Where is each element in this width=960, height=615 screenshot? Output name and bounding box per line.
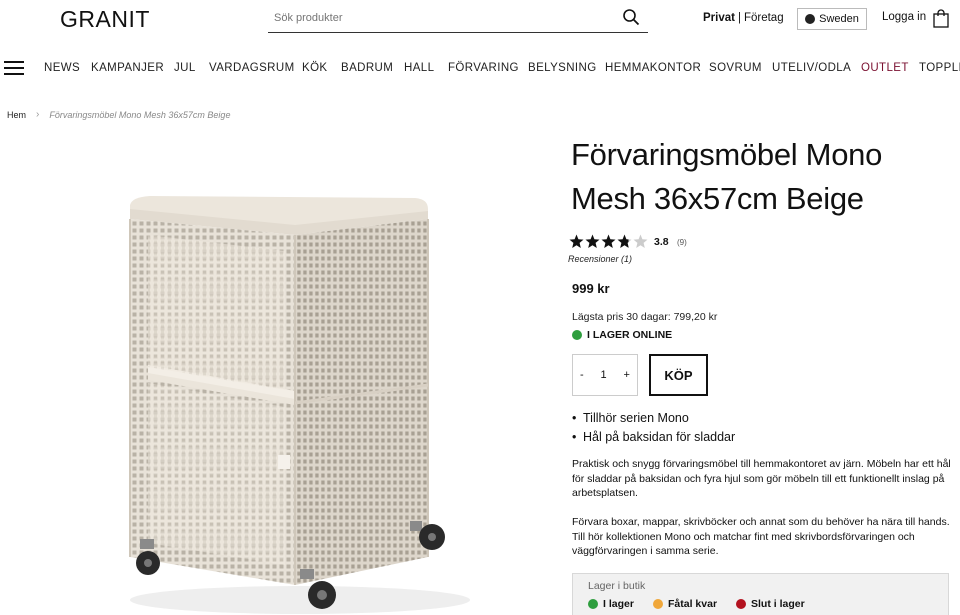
product-price: 999 kr: [572, 281, 610, 296]
legend-in-stock: I lager: [588, 598, 634, 610]
online-stock-label: I LAGER ONLINE: [587, 329, 673, 341]
shopping-bag-icon[interactable]: [933, 9, 949, 28]
nav-item-sovrum[interactable]: SOVRUM: [709, 62, 762, 74]
product-features: Tillhör serien Mono Hål på baksidan för …: [572, 411, 735, 449]
legend-in-stock-label: I lager: [603, 598, 634, 610]
chevron-right-icon: ›: [36, 109, 40, 120]
segment-foretag[interactable]: Företag: [744, 12, 784, 24]
nav-item-kampanjer[interactable]: KAMPANJER: [91, 62, 164, 74]
in-stock-dot-icon: [572, 330, 582, 340]
legend-sold-out: Slut i lager: [736, 598, 805, 610]
granit-logo[interactable]: GRANIT: [60, 6, 150, 33]
legend-sold-out-label: Slut i lager: [751, 598, 805, 610]
store-stock-heading: Lager i butik: [588, 580, 646, 592]
breadcrumb-current: Förvaringsmöbel Mono Mesh 36x57cm Beige: [49, 109, 231, 120]
product-description: Praktisk och snygg förvaringsmöbel till …: [572, 458, 951, 499]
breadcrumb: Hem › Förvaringsmöbel Mono Mesh 36x57cm …: [7, 109, 230, 120]
nav-item-hemmakontor[interactable]: HEMMAKONTOR: [605, 62, 701, 74]
nav-item-vardagsrum[interactable]: VARDAGSRUM: [209, 62, 295, 74]
product-image[interactable]: [110, 185, 470, 615]
quantity-increase-button[interactable]: +: [624, 369, 630, 381]
nav-item-badrum[interactable]: BADRUM: [341, 62, 393, 74]
nav-item-uteliv-odla[interactable]: UTELIV/ODLA: [772, 62, 851, 74]
rating-value: 3.8: [654, 236, 669, 248]
country-selector[interactable]: Sweden: [797, 8, 867, 30]
segment-privat[interactable]: Privat: [703, 12, 735, 24]
globe-icon: [805, 14, 816, 24]
search-bar: [268, 5, 648, 33]
search-icon[interactable]: [622, 8, 640, 26]
nav-item-topplistor[interactable]: TOPPLIS: [919, 62, 960, 74]
legend-few-left-label: Fåtal kvar: [668, 598, 718, 610]
red-dot-icon: [736, 599, 746, 609]
nav-item-hall[interactable]: HALL: [404, 62, 434, 74]
product-title: Förvaringsmöbel Mono Mesh 36x57cm Beige: [571, 137, 883, 216]
nav-item-jul[interactable]: JUL: [174, 62, 196, 74]
quantity-value[interactable]: 1: [601, 369, 607, 381]
lowest-price-30-days: Lägsta pris 30 dagar: 799,20 kr: [572, 311, 718, 323]
green-dot-icon: [588, 599, 598, 609]
nav-item-forvaring[interactable]: FÖRVARING: [448, 62, 519, 74]
legend-few-left: Fåtal kvar: [653, 598, 717, 610]
country-label: Sweden: [819, 13, 859, 25]
customer-segment-switch: Privat | Företag: [703, 12, 784, 24]
segment-separator: |: [737, 12, 741, 24]
breadcrumb-home[interactable]: Hem: [7, 110, 26, 120]
orange-dot-icon: [653, 599, 663, 609]
buy-button[interactable]: KÖP: [649, 354, 708, 396]
star-icon: [569, 234, 648, 248]
product-description-2: Förvara boxar, mappar, skrivböcker och a…: [572, 516, 950, 557]
main-navigation: NEWS KAMPANJER JUL VARDAGSRUM KÖK BADRUM…: [0, 55, 960, 83]
rating-count: (9): [677, 238, 687, 247]
feature-item: Hål på baksidan för sladdar: [572, 430, 735, 444]
nav-item-news[interactable]: NEWS: [44, 62, 80, 74]
online-stock-status: I LAGER ONLINE: [572, 329, 672, 341]
login-link[interactable]: Logga in: [882, 11, 926, 23]
quantity-decrease-button[interactable]: -: [580, 369, 584, 381]
star-rating[interactable]: [569, 234, 649, 249]
store-stock-panel: Lager i butik I lager Fåtal kvar Slut i …: [572, 573, 949, 615]
nav-item-belysning[interactable]: BELYSNING: [528, 62, 597, 74]
nav-item-kok[interactable]: KÖK: [302, 62, 328, 74]
nav-item-outlet[interactable]: OUTLET: [861, 62, 909, 74]
search-input[interactable]: [268, 5, 608, 31]
hamburger-menu-icon[interactable]: [4, 61, 24, 77]
reviews-link[interactable]: Recensioner (1): [568, 254, 632, 264]
quantity-stepper: - 1 +: [572, 354, 638, 396]
feature-item: Tillhör serien Mono: [572, 411, 735, 425]
